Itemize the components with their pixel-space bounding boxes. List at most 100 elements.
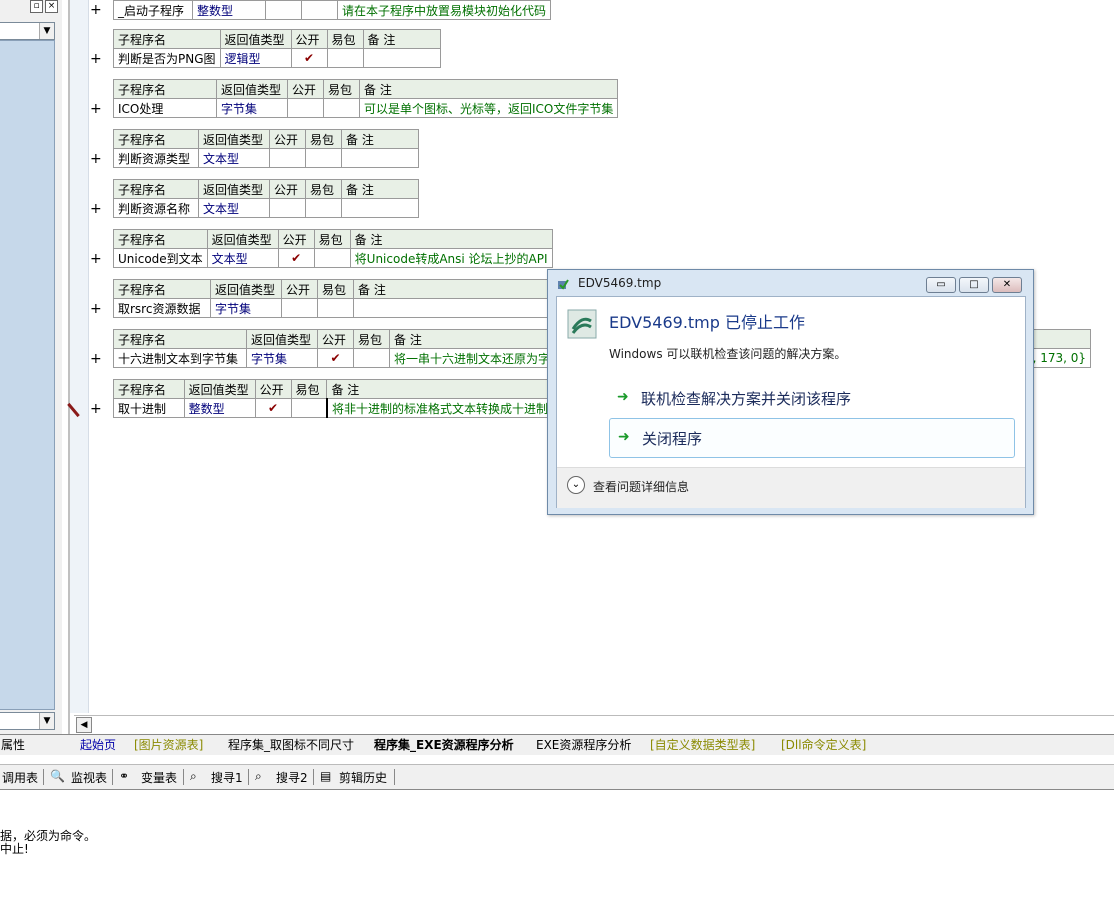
- note-cell[interactable]: [362, 48, 441, 68]
- watch-table-button[interactable]: 监视表: [71, 769, 107, 786]
- note-cell[interactable]: [341, 148, 419, 168]
- expand-plus-icon[interactable]: +: [90, 351, 102, 367]
- tab-image-resources[interactable]: [图片资源表]: [134, 737, 203, 753]
- expand-plus-icon[interactable]: +: [90, 201, 102, 217]
- tab-properties[interactable]: 属性: [1, 737, 25, 753]
- header-public: 公开: [281, 279, 318, 299]
- header-package: 易包: [323, 79, 360, 99]
- subroutine-table: 子程序名 返回值类型 公开 易包备 注 取十进制 整数型 ✔ 将非十进制的标准格式文本转换成…: [113, 379, 553, 418]
- checkmark-icon[interactable]: ✔: [277, 248, 315, 268]
- note-cell[interactable]: 将非十进制的标准格式文本转换成十进制: [325, 398, 553, 418]
- sub-name[interactable]: Unicode到文本: [113, 248, 208, 268]
- package-cell[interactable]: [323, 98, 360, 118]
- tab-exe-resource-analysis-active[interactable]: 程序集_EXE资源程序分析: [374, 737, 514, 753]
- checkmark-icon[interactable]: ✔: [254, 398, 292, 418]
- public-cell[interactable]: [287, 98, 324, 118]
- sub-name[interactable]: 判断资源名称: [113, 198, 199, 218]
- public-cell[interactable]: [281, 298, 318, 318]
- variable-icon: ⚭: [119, 769, 130, 783]
- expand-plus-icon[interactable]: +: [90, 101, 102, 117]
- package-cell[interactable]: [313, 248, 351, 268]
- search2-button[interactable]: 搜寻2: [276, 769, 308, 786]
- left-bottom-combo[interactable]: ▼: [0, 712, 55, 730]
- return-type[interactable]: 字节集: [210, 298, 282, 318]
- sub-name[interactable]: 取rsrc资源数据: [113, 298, 211, 318]
- note-cell[interactable]: 将Unicode转成Ansi 论坛上抄的API: [349, 248, 553, 268]
- header-package: 易包: [305, 179, 342, 199]
- sub-name[interactable]: 取十进制: [113, 398, 185, 418]
- return-type[interactable]: 字节集: [216, 98, 288, 118]
- package-cell[interactable]: [305, 148, 342, 168]
- public-cell[interactable]: [265, 0, 302, 20]
- public-cell[interactable]: [269, 148, 306, 168]
- maximize-icon[interactable]: □: [959, 277, 989, 293]
- note-cell[interactable]: [341, 198, 419, 218]
- sub-name[interactable]: 判断是否为PNG图: [113, 48, 221, 68]
- minimize-icon[interactable]: ▭: [926, 277, 956, 293]
- return-type[interactable]: 逻辑型: [219, 48, 292, 68]
- return-type[interactable]: 文本型: [198, 198, 270, 218]
- variable-table-button[interactable]: 变量表: [141, 769, 177, 786]
- header-note: 备 注: [349, 229, 553, 249]
- clip-history-button[interactable]: 剪辑历史: [339, 769, 387, 786]
- tab-custom-data-types[interactable]: [自定义数据类型表]: [650, 737, 755, 753]
- header-return-type: 返回值类型: [206, 229, 279, 249]
- chevron-down-icon[interactable]: ▼: [39, 713, 54, 729]
- note-cell[interactable]: [353, 298, 553, 318]
- expand-plus-icon[interactable]: +: [90, 401, 102, 417]
- code-gutter: [70, 0, 89, 713]
- check-online-option[interactable]: ➜ 联机检查解决方案并关闭该程序: [609, 379, 1013, 417]
- sub-name[interactable]: 十六进制文本到字节集: [113, 348, 247, 368]
- expand-plus-icon[interactable]: +: [90, 2, 102, 18]
- close-program-option[interactable]: ➜ 关闭程序: [609, 418, 1015, 458]
- expand-plus-icon[interactable]: +: [90, 51, 102, 67]
- package-cell[interactable]: [326, 48, 364, 68]
- tab-start-page[interactable]: 起始页: [80, 737, 116, 753]
- header-note: 备 注: [341, 129, 419, 149]
- package-cell[interactable]: [305, 198, 342, 218]
- header-name: 子程序名: [113, 329, 247, 349]
- note-cell[interactable]: 请在本子程序中放置易模块初始化代码: [336, 0, 552, 20]
- expand-plus-icon[interactable]: +: [90, 151, 102, 167]
- return-type[interactable]: 整数型: [183, 398, 256, 418]
- package-cell[interactable]: [353, 348, 390, 368]
- error-dialog: EDV5469.tmp ▭ □ ✕ EDV5469.tmp 已停止工作 Window…: [547, 269, 1034, 515]
- return-type[interactable]: 整数型: [192, 0, 266, 20]
- scroll-left-icon[interactable]: ◀: [76, 717, 92, 733]
- tab-get-icon-sizes[interactable]: 程序集_取图标不同尺寸: [228, 737, 354, 753]
- return-type[interactable]: 文本型: [206, 248, 279, 268]
- close-icon[interactable]: ✕: [992, 277, 1022, 293]
- header-name: 子程序名: [113, 29, 221, 49]
- tab-dll-commands[interactable]: [Dll命令定义表]: [781, 737, 866, 753]
- return-type[interactable]: 文本型: [198, 148, 270, 168]
- call-table-button[interactable]: 调用表: [2, 769, 38, 786]
- expand-plus-icon[interactable]: +: [90, 251, 102, 267]
- view-details-link[interactable]: 查看问题详细信息: [593, 478, 689, 495]
- search1-button[interactable]: 搜寻1: [211, 769, 243, 786]
- horizontal-scrollbar[interactable]: ◀: [74, 715, 1114, 734]
- tab-exe-resource-analysis[interactable]: EXE资源程序分析: [536, 737, 631, 753]
- package-cell[interactable]: [301, 0, 338, 20]
- close-icon[interactable]: ×: [45, 0, 58, 13]
- package-cell[interactable]: [317, 298, 354, 318]
- sub-name[interactable]: ICO处理: [113, 98, 217, 118]
- chevron-down-icon[interactable]: ⌄: [567, 476, 585, 494]
- checkmark-icon[interactable]: ✔: [317, 348, 354, 368]
- note-cell[interactable]: 可以是单个图标、光标等，返回ICO文件字节集: [358, 98, 619, 118]
- magnifier-icon: 🔍: [50, 769, 65, 783]
- sub-name[interactable]: _启动子程序: [113, 0, 193, 20]
- public-cell[interactable]: [269, 198, 306, 218]
- header-public: 公开: [277, 229, 315, 249]
- subroutine-table: _启动子程序 整数型 请在本子程序中放置易模块初始化代码: [113, 0, 552, 20]
- sub-name[interactable]: 判断资源类型: [113, 148, 199, 168]
- left-combo-box[interactable]: ▼: [0, 22, 55, 40]
- expand-plus-icon[interactable]: +: [90, 301, 102, 317]
- chevron-down-icon[interactable]: ▼: [39, 23, 54, 39]
- checkmark-icon[interactable]: ✔: [290, 48, 328, 68]
- header-public: 公开: [269, 129, 306, 149]
- package-cell[interactable]: [290, 398, 328, 418]
- header-name: 子程序名: [113, 379, 185, 399]
- restore-icon[interactable]: ▫: [30, 0, 43, 13]
- return-type[interactable]: 字节集: [246, 348, 318, 368]
- header-package: 易包: [313, 229, 351, 249]
